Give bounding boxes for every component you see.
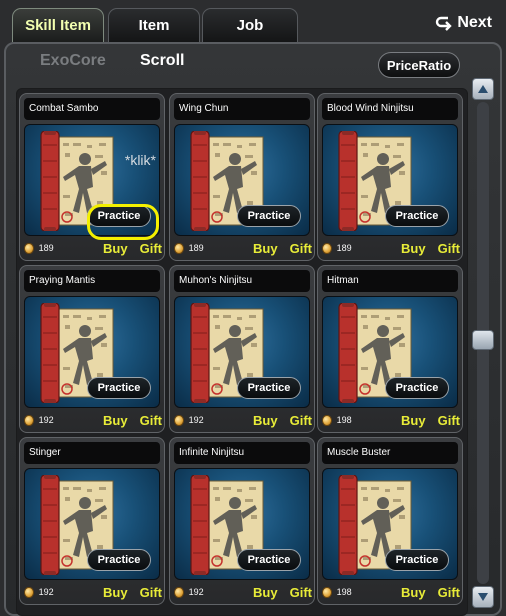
item-name: Wing Chun <box>174 98 310 120</box>
item-price: 198 <box>336 587 352 597</box>
buy-button[interactable]: Buy <box>103 413 128 428</box>
practice-button[interactable]: Practice <box>237 377 301 399</box>
item-name: Blood Wind Ninjitsu <box>322 98 458 120</box>
gift-button[interactable]: Gift <box>140 413 162 428</box>
price-row: 189 Buy Gift <box>322 238 460 258</box>
tab-skill-item[interactable]: Skill Item <box>12 8 104 42</box>
coin-icon <box>174 414 184 426</box>
buy-button[interactable]: Buy <box>103 585 128 600</box>
coin-icon <box>174 242 184 254</box>
item-image: Practice <box>322 468 458 580</box>
tab-item[interactable]: Item <box>108 8 200 42</box>
item-image: Practice <box>322 296 458 408</box>
scroll-up-button[interactable] <box>472 78 494 100</box>
item-grid: Combat Sambo Practice 189 Buy Gift *klik… <box>16 88 468 616</box>
tab-job[interactable]: Job <box>202 8 298 42</box>
price-row: 189 Buy Gift <box>24 238 162 258</box>
item-price: 192 <box>188 415 204 425</box>
buy-button[interactable]: Buy <box>253 585 278 600</box>
item-image: Practice <box>322 124 458 236</box>
gift-button[interactable]: Gift <box>140 585 162 600</box>
item-card: Muhon's Ninjitsu Practice 192 Buy Gift <box>169 265 315 433</box>
buy-button[interactable]: Buy <box>103 241 128 256</box>
item-price: 192 <box>188 587 204 597</box>
coin-icon <box>174 586 184 598</box>
coin-icon <box>24 586 34 598</box>
gift-button[interactable]: Gift <box>140 241 162 256</box>
buy-button[interactable]: Buy <box>253 413 278 428</box>
item-image: Practice <box>24 296 160 408</box>
item-card: Wing Chun Practice 189 Buy Gift <box>169 93 315 261</box>
item-price: 189 <box>38 243 54 253</box>
item-image: Practice <box>174 468 310 580</box>
item-name: Muhon's Ninjitsu <box>174 270 310 292</box>
coin-icon <box>322 242 332 254</box>
buy-button[interactable]: Buy <box>401 241 426 256</box>
item-card: Blood Wind Ninjitsu Practice 189 Buy Gif… <box>317 93 463 261</box>
gift-button[interactable]: Gift <box>290 413 312 428</box>
arrow-down-icon <box>478 593 488 601</box>
scroll-thumb[interactable] <box>472 330 494 350</box>
arrow-up-icon <box>478 85 488 93</box>
practice-button[interactable]: Practice <box>385 205 449 227</box>
gift-button[interactable]: Gift <box>438 585 460 600</box>
price-row: 192 Buy Gift <box>24 582 162 602</box>
item-name: Muscle Buster <box>322 442 458 464</box>
item-card: Infinite Ninjitsu Practice 192 Buy Gift <box>169 437 315 605</box>
next-button[interactable]: Next <box>435 14 492 32</box>
item-card: Combat Sambo Practice 189 Buy Gift *klik… <box>19 93 165 261</box>
item-card: Praying Mantis Practice 192 Buy Gift <box>19 265 165 433</box>
gift-button[interactable]: Gift <box>290 585 312 600</box>
gift-button[interactable]: Gift <box>438 241 460 256</box>
item-image: Practice <box>24 468 160 580</box>
item-card: Muscle Buster Practice 198 Buy Gift <box>317 437 463 605</box>
scrollbar[interactable] <box>472 78 494 608</box>
practice-button[interactable]: Practice <box>237 549 301 571</box>
price-row: 192 Buy Gift <box>174 582 312 602</box>
item-name: Stinger <box>24 442 160 464</box>
price-ratio-button[interactable]: PriceRatio <box>378 52 460 78</box>
click-annotation: *klik* <box>124 152 156 168</box>
item-price: 192 <box>38 587 54 597</box>
gift-button[interactable]: Gift <box>438 413 460 428</box>
price-row: 198 Buy Gift <box>322 582 460 602</box>
price-row: 189 Buy Gift <box>174 238 312 258</box>
coin-icon <box>322 586 332 598</box>
item-image: Practice <box>174 124 310 236</box>
item-price: 189 <box>188 243 204 253</box>
item-name: Infinite Ninjitsu <box>174 442 310 464</box>
price-row: 192 Buy Gift <box>24 410 162 430</box>
item-card: Hitman Practice 198 Buy Gift <box>317 265 463 433</box>
item-name: Combat Sambo <box>24 98 160 120</box>
return-arrow-icon <box>436 16 453 31</box>
practice-button[interactable]: Practice <box>87 549 151 571</box>
coin-icon <box>24 414 34 426</box>
subtab-scroll[interactable]: Scroll <box>140 52 184 70</box>
coin-icon <box>322 414 332 426</box>
buy-button[interactable]: Buy <box>401 413 426 428</box>
practice-button[interactable]: Practice <box>87 377 151 399</box>
item-price: 189 <box>336 243 352 253</box>
highlight-circle <box>87 204 159 240</box>
practice-button[interactable]: Practice <box>385 549 449 571</box>
item-name: Hitman <box>322 270 458 292</box>
coin-icon <box>24 242 34 254</box>
item-image: Practice <box>174 296 310 408</box>
practice-button[interactable]: Practice <box>385 377 449 399</box>
next-label: Next <box>457 14 492 31</box>
gift-button[interactable]: Gift <box>290 241 312 256</box>
subtab-exocore[interactable]: ExoCore <box>40 52 106 70</box>
item-card: Stinger Practice 192 Buy Gift <box>19 437 165 605</box>
buy-button[interactable]: Buy <box>253 241 278 256</box>
item-price: 192 <box>38 415 54 425</box>
price-row: 198 Buy Gift <box>322 410 460 430</box>
price-row: 192 Buy Gift <box>174 410 312 430</box>
buy-button[interactable]: Buy <box>401 585 426 600</box>
practice-button[interactable]: Practice <box>237 205 301 227</box>
scroll-down-button[interactable] <box>472 586 494 608</box>
item-name: Praying Mantis <box>24 270 160 292</box>
item-price: 198 <box>336 415 352 425</box>
